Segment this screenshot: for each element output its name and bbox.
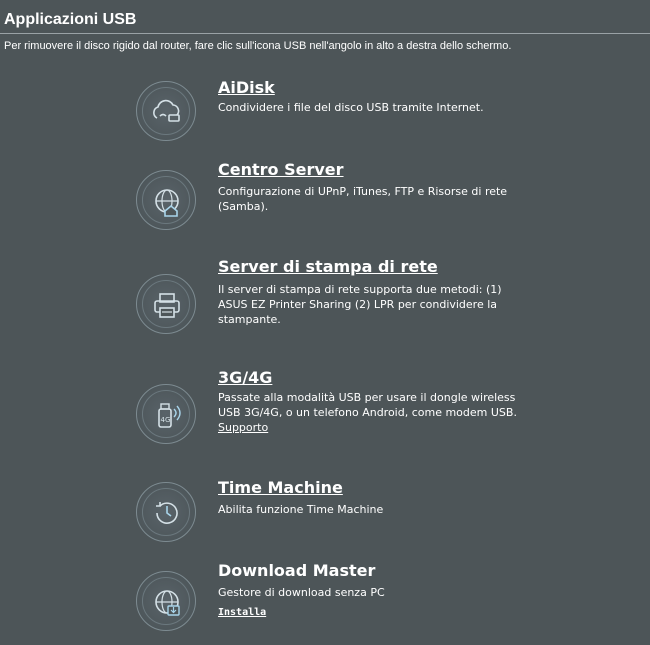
- printer-icon: [154, 293, 180, 318]
- print-server-title[interactable]: Server di stampa di rete: [218, 257, 438, 276]
- page-title: Applicazioni USB: [4, 11, 137, 28]
- centro-server-title[interactable]: Centro Server: [218, 160, 344, 179]
- support-link[interactable]: Supporto: [218, 421, 268, 434]
- install-link[interactable]: Installa: [218, 607, 266, 618]
- centro-server-icon-button[interactable]: [136, 170, 196, 230]
- globe-download-icon: [155, 590, 180, 616]
- aidisk-description: Condividere i file del disco USB tramite…: [218, 101, 484, 114]
- print-server-description: Il server di stampa di rete supporta due…: [218, 283, 502, 326]
- download-master-icon-button: [136, 571, 196, 631]
- time-machine-description: Abilita funzione Time Machine: [218, 503, 384, 516]
- clock-icon: [156, 502, 178, 524]
- globe-house-icon: [155, 189, 179, 217]
- cloud-usb-icon: [153, 99, 180, 122]
- 3g4g-icon-button[interactable]: 4G: [136, 384, 196, 444]
- page-subtitle: Per rimuovere il disco rigido dal router…: [4, 40, 512, 52]
- 3g4g-description-text: Passate alla modalità USB per usare il d…: [218, 391, 517, 419]
- aidisk-title[interactable]: AiDisk: [218, 78, 275, 97]
- 3g4g-title[interactable]: 3G/4G: [218, 368, 272, 387]
- print-server-icon-button[interactable]: [136, 274, 196, 334]
- aidisk-icon-button[interactable]: [136, 81, 196, 141]
- 3g4g-description: Passate alla modalità USB per usare il d…: [218, 390, 518, 435]
- download-master-description: Gestore di download senza PC: [218, 586, 385, 599]
- download-master-title: Download Master: [218, 561, 376, 580]
- time-machine-title[interactable]: Time Machine: [218, 478, 343, 497]
- usb-dongle-icon: 4G: [158, 403, 181, 428]
- svg-text:4G: 4G: [161, 416, 171, 424]
- time-machine-icon-button[interactable]: [136, 482, 196, 542]
- title-divider: [0, 33, 650, 34]
- centro-server-description: Configurazione di UPnP, iTunes, FTP e Ri…: [218, 185, 508, 213]
